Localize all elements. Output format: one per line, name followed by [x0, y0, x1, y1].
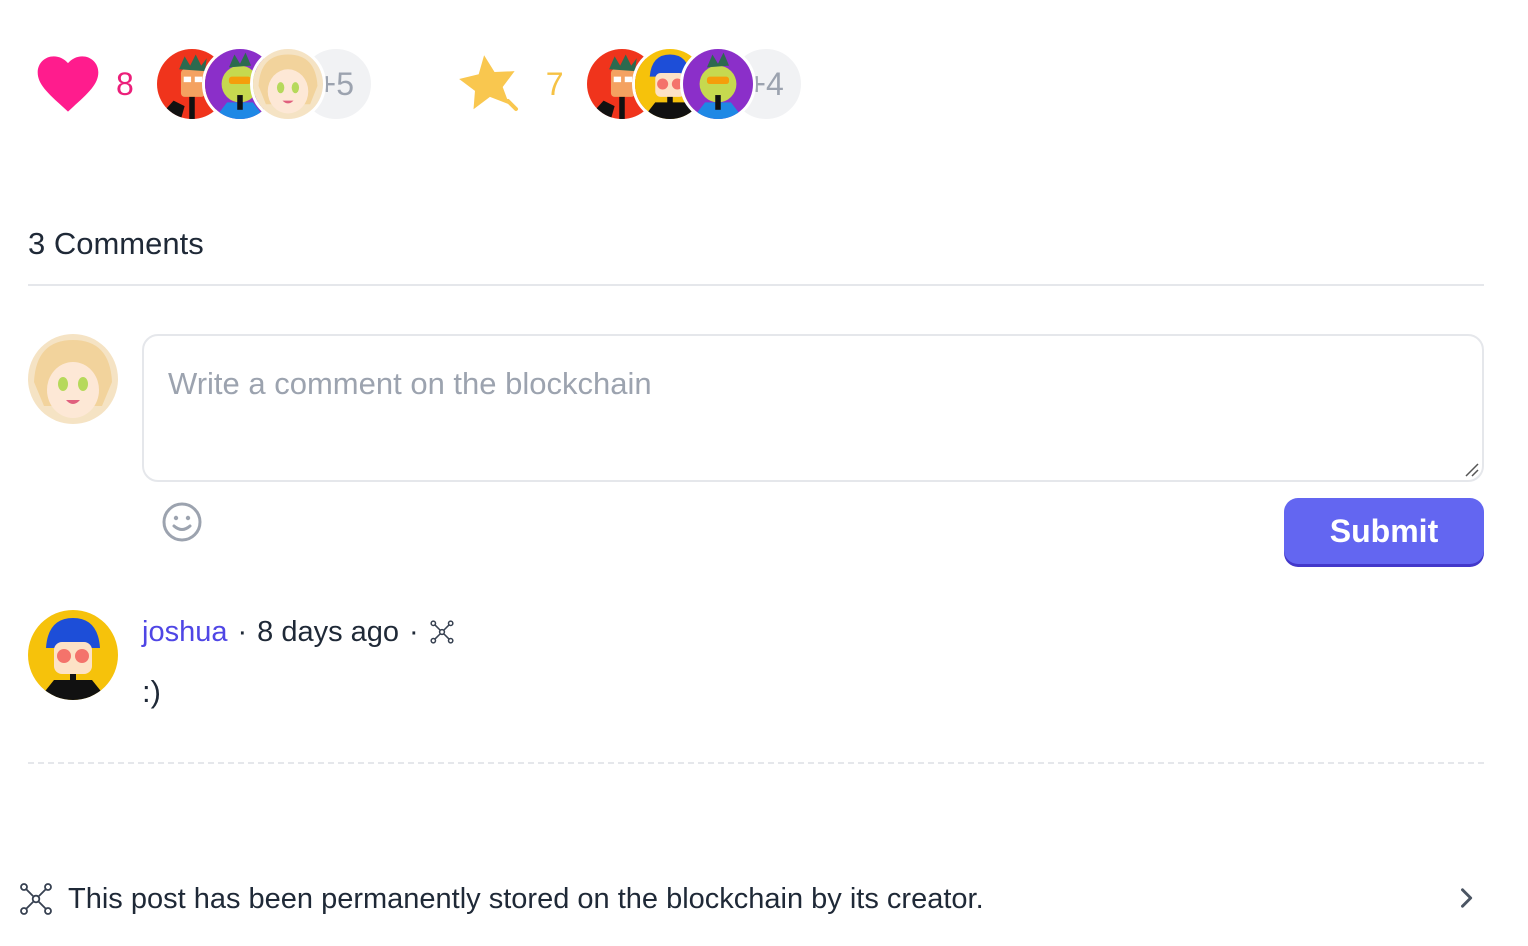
star-icon [458, 55, 518, 111]
green-punk-avatar [682, 49, 753, 119]
chevron-right-icon [1461, 888, 1473, 908]
like-reaction: 8 +5 [36, 46, 374, 122]
comments-title: 3 Comments [28, 226, 204, 261]
comment-meta: joshua · 8 days ago · [142, 612, 455, 652]
comment-author-link[interactable]: joshua [142, 616, 227, 649]
submit-button[interactable]: Submit [1284, 498, 1484, 564]
dashed-divider [28, 762, 1484, 764]
meta-separator: · [409, 615, 419, 648]
mint-reaction: 7 +4 [458, 46, 804, 122]
mint-avatar-stack[interactable]: +4 [583, 46, 804, 122]
reactions-bar: 8 +5 7 +4 [36, 44, 804, 124]
comment-input[interactable] [142, 334, 1484, 482]
mint-count: 7 [545, 65, 564, 102]
like-count: 8 [116, 65, 134, 102]
like-avatar-stack[interactable]: +5 [153, 46, 374, 122]
mint-button[interactable]: 7 [458, 53, 564, 115]
heart-icon [37, 56, 99, 112]
avatar [28, 334, 118, 424]
comment-body: :) [142, 674, 161, 709]
avatar[interactable] [28, 610, 118, 700]
anime-girl-avatar [252, 49, 323, 119]
anime-girl-avatar [28, 334, 118, 424]
blockchain-icon [20, 883, 52, 915]
blockchain-info-text: This post has been permanently stored on… [68, 882, 984, 915]
resize-grip-icon[interactable] [1462, 460, 1480, 478]
blue-hair-avatar [28, 610, 118, 700]
avatar[interactable] [249, 46, 326, 122]
comment-time: 8 days ago [257, 615, 400, 648]
blockchain-icon[interactable] [429, 619, 455, 645]
meta-separator: · [237, 615, 248, 648]
blockchain-info-bar[interactable]: This post has been permanently stored on… [18, 874, 1484, 924]
divider [28, 284, 1484, 286]
emoji-icon[interactable] [160, 500, 204, 544]
avatar[interactable] [679, 46, 756, 122]
like-button[interactable]: 8 [36, 55, 134, 113]
